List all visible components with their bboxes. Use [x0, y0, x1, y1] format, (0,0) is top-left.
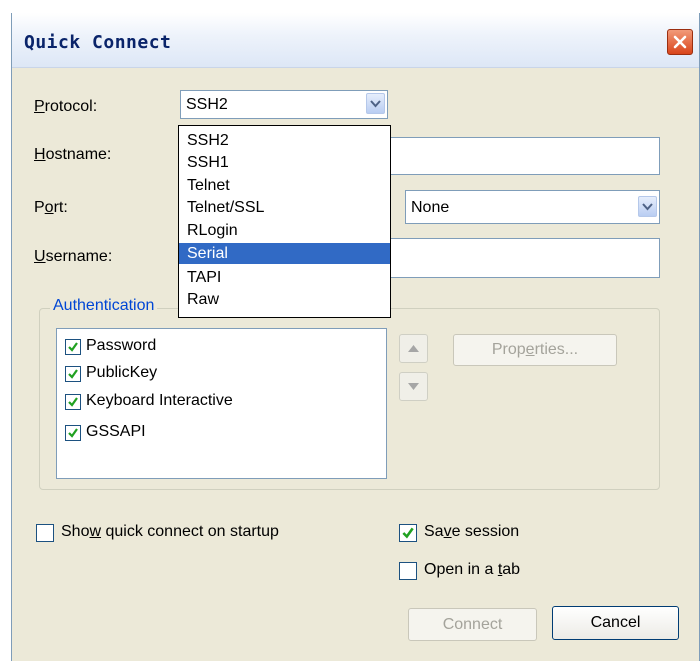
protocol-option[interactable]: TAPI — [179, 267, 390, 288]
list-item[interactable]: GSSAPI — [57, 419, 386, 449]
hostname-label: Hostname: — [34, 146, 112, 163]
protocol-option[interactable]: Raw — [179, 289, 390, 310]
firewall-dropdown-button[interactable] — [638, 196, 657, 217]
arrow-up-icon — [408, 345, 419, 352]
cancel-button[interactable]: Cancel — [552, 606, 679, 640]
authentication-methods-list[interactable]: Password PublicKey Keyboard Interactive … — [56, 328, 387, 479]
protocol-select[interactable]: SSH2 — [180, 90, 388, 119]
firewall-selected-value: None — [411, 199, 450, 216]
checkmark-icon — [68, 428, 78, 438]
auth-method-label: GSSAPI — [86, 423, 146, 440]
checkmark-icon — [68, 369, 78, 379]
checkmark-icon — [68, 342, 78, 352]
chevron-down-icon — [642, 203, 653, 211]
arrow-down-icon — [408, 383, 419, 390]
close-button[interactable] — [667, 29, 693, 55]
list-item[interactable]: Password — [57, 329, 386, 359]
move-down-button[interactable] — [399, 372, 428, 401]
close-icon — [673, 35, 687, 49]
move-up-button[interactable] — [399, 334, 428, 363]
port-label: Port: — [34, 199, 68, 216]
protocol-selected-value: SSH2 — [186, 96, 228, 113]
list-item[interactable]: PublicKey — [57, 359, 386, 389]
username-field[interactable] — [390, 238, 660, 278]
protocol-option[interactable]: RLogin — [179, 220, 390, 241]
show-quick-connect-label: Show quick connect on startup — [61, 523, 279, 540]
open-in-tab-checkbox[interactable] — [399, 562, 417, 580]
protocol-label: Protocol: — [34, 98, 98, 115]
checkmark-icon — [402, 527, 414, 539]
publickey-checkbox[interactable] — [65, 366, 81, 382]
list-item[interactable]: Keyboard Interactive — [57, 389, 386, 419]
save-session-checkbox[interactable] — [399, 524, 417, 542]
protocol-dropdown-button[interactable] — [366, 93, 385, 114]
protocol-option[interactable]: SSH2 — [179, 130, 390, 151]
dialog-title: Quick Connect — [24, 32, 172, 53]
auth-method-label: PublicKey — [86, 364, 158, 381]
keyboard-interactive-checkbox[interactable] — [65, 394, 81, 410]
username-label: Username: — [34, 248, 113, 265]
gssapi-checkbox[interactable] — [65, 425, 81, 441]
properties-button[interactable]: Properties... — [453, 334, 617, 366]
checkmark-icon — [68, 397, 78, 407]
protocol-option[interactable]: Telnet — [179, 175, 390, 196]
protocol-option[interactable]: SSH1 — [179, 152, 390, 173]
show-quick-connect-checkbox[interactable] — [36, 524, 54, 542]
protocol-dropdown-list[interactable]: SSH2 SSH1 Telnet Telnet/SSL RLogin Seria… — [178, 125, 391, 318]
title-bar[interactable]: Quick Connect — [12, 13, 699, 68]
auth-method-label: Password — [86, 337, 157, 354]
firewall-select[interactable]: None — [405, 190, 660, 224]
authentication-group-title: Authentication — [50, 297, 158, 315]
hostname-field[interactable] — [390, 137, 660, 175]
connect-button[interactable]: Connect — [408, 608, 537, 641]
auth-method-label: Keyboard Interactive — [86, 392, 233, 409]
save-session-label: Save session — [424, 523, 520, 540]
password-checkbox[interactable] — [65, 339, 81, 355]
protocol-option[interactable]: Telnet/SSL — [179, 197, 390, 218]
open-in-tab-label: Open in a tab — [424, 561, 521, 578]
chevron-down-icon — [370, 100, 381, 108]
protocol-option-highlighted[interactable]: Serial — [179, 243, 390, 264]
